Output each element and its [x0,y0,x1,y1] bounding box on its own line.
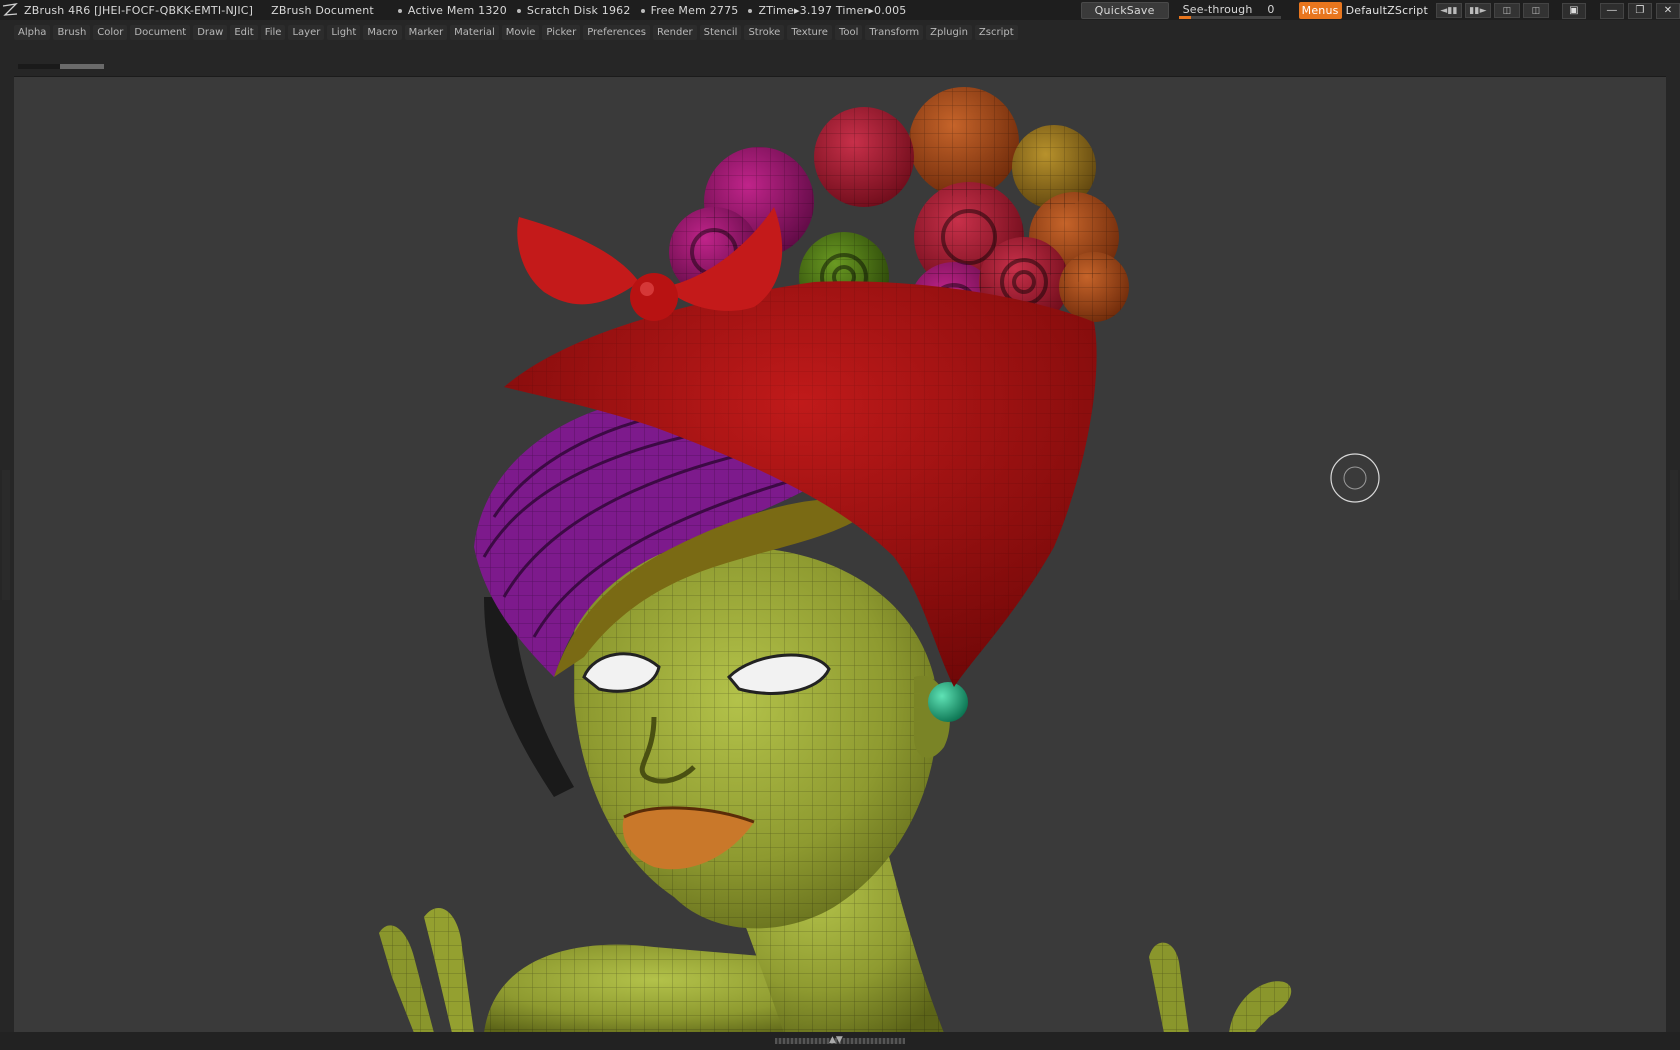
ztime-stat: ZTime▸3.197 Timer▸0.005 [748,4,906,17]
menu-file[interactable]: File [260,24,286,40]
sculpt-model [379,87,1380,1033]
tab-strip [18,64,104,70]
menu-render[interactable]: Render [653,24,697,40]
see-through-track[interactable] [1178,16,1281,19]
tab-active[interactable] [60,64,104,69]
menu-macro[interactable]: Macro [363,24,402,40]
menu-draw[interactable]: Draw [193,24,228,40]
quicksave-button[interactable]: QuickSave [1080,2,1169,19]
menu-stroke[interactable]: Stroke [744,24,785,40]
layout-next-icon[interactable]: ▮▮► [1465,3,1491,18]
right-hand [1149,942,1292,1033]
main-menu-bar: Alpha Brush Color Document Draw Edit File Layer… [14,22,1021,42]
menu-transform[interactable]: Transform [865,24,924,40]
earring [928,682,968,722]
menu-tool[interactable]: Tool [834,24,863,40]
close-icon[interactable]: ✕ [1656,2,1680,19]
menu-zplugin[interactable]: Zplugin [926,24,972,40]
menu-stencil[interactable]: Stencil [699,24,742,40]
lock-icon[interactable]: ▣ [1562,2,1586,19]
brush-cursor-icon [1330,453,1380,503]
menu-brush[interactable]: Brush [53,24,91,40]
menu-zscript[interactable]: Zscript [974,24,1018,40]
menu-alpha[interactable]: Alpha [14,24,51,40]
menus-toggle-button[interactable]: Menus [1298,2,1342,19]
right-tray-handle[interactable] [1670,470,1678,600]
active-mem-stat: Active Mem 1320 [397,4,507,17]
app-title: ZBrush 4R6 [JHEI-FOCF-QBKK-EMTI-NJIC] [24,3,254,17]
layout-prev-icon[interactable]: ◄▮▮ [1436,3,1462,18]
menu-texture[interactable]: Texture [787,24,832,40]
menu-material[interactable]: Material [450,24,499,40]
menu-preferences[interactable]: Preferences [583,24,651,40]
free-mem-stat: Free Mem 2775 [640,4,739,17]
menu-layer[interactable]: Layer [288,24,325,40]
document-canvas[interactable] [14,76,1666,1033]
menu-document[interactable]: Document [130,24,191,40]
menu-marker[interactable]: Marker [404,24,448,40]
menu-light[interactable]: Light [327,24,361,40]
menu-picker[interactable]: Picker [542,24,581,40]
menu-movie[interactable]: Movie [501,24,540,40]
menu-color[interactable]: Color [93,24,128,40]
scratch-disk-stat: Scratch Disk 1962 [516,4,631,17]
see-through-slider[interactable]: See-through 0 [1175,2,1285,19]
ui-color-icon[interactable]: ◫ [1523,3,1549,18]
see-through-fill [1178,16,1191,19]
ui-layout-icon[interactable]: ◫ [1494,3,1520,18]
title-bar: ZBrush 4R6 [JHEI-FOCF-QBKK-EMTI-NJIC] ZB… [0,0,1680,20]
tab-inactive[interactable] [18,64,60,69]
see-through-label: See-through [1182,3,1253,16]
left-hand [379,908,474,1033]
menu-edit[interactable]: Edit [230,24,258,40]
see-through-value: 0 [1267,3,1275,16]
zbrush-logo-icon [0,0,20,20]
default-zscript-button[interactable]: DefaultZScript [1346,4,1428,17]
document-title: ZBrush Document [271,3,374,17]
tray-toggle-icon[interactable]: ▲▼ [829,1035,843,1045]
minimize-icon[interactable]: ― [1600,2,1624,19]
memory-stats: Active Mem 1320 Scratch Disk 1962 Free M… [397,4,917,17]
restore-icon[interactable]: ❐ [1628,2,1652,19]
left-tray-handle[interactable] [2,470,10,600]
title-controls: QuickSave See-through 0 Menus DefaultZSc… [1080,1,1680,20]
